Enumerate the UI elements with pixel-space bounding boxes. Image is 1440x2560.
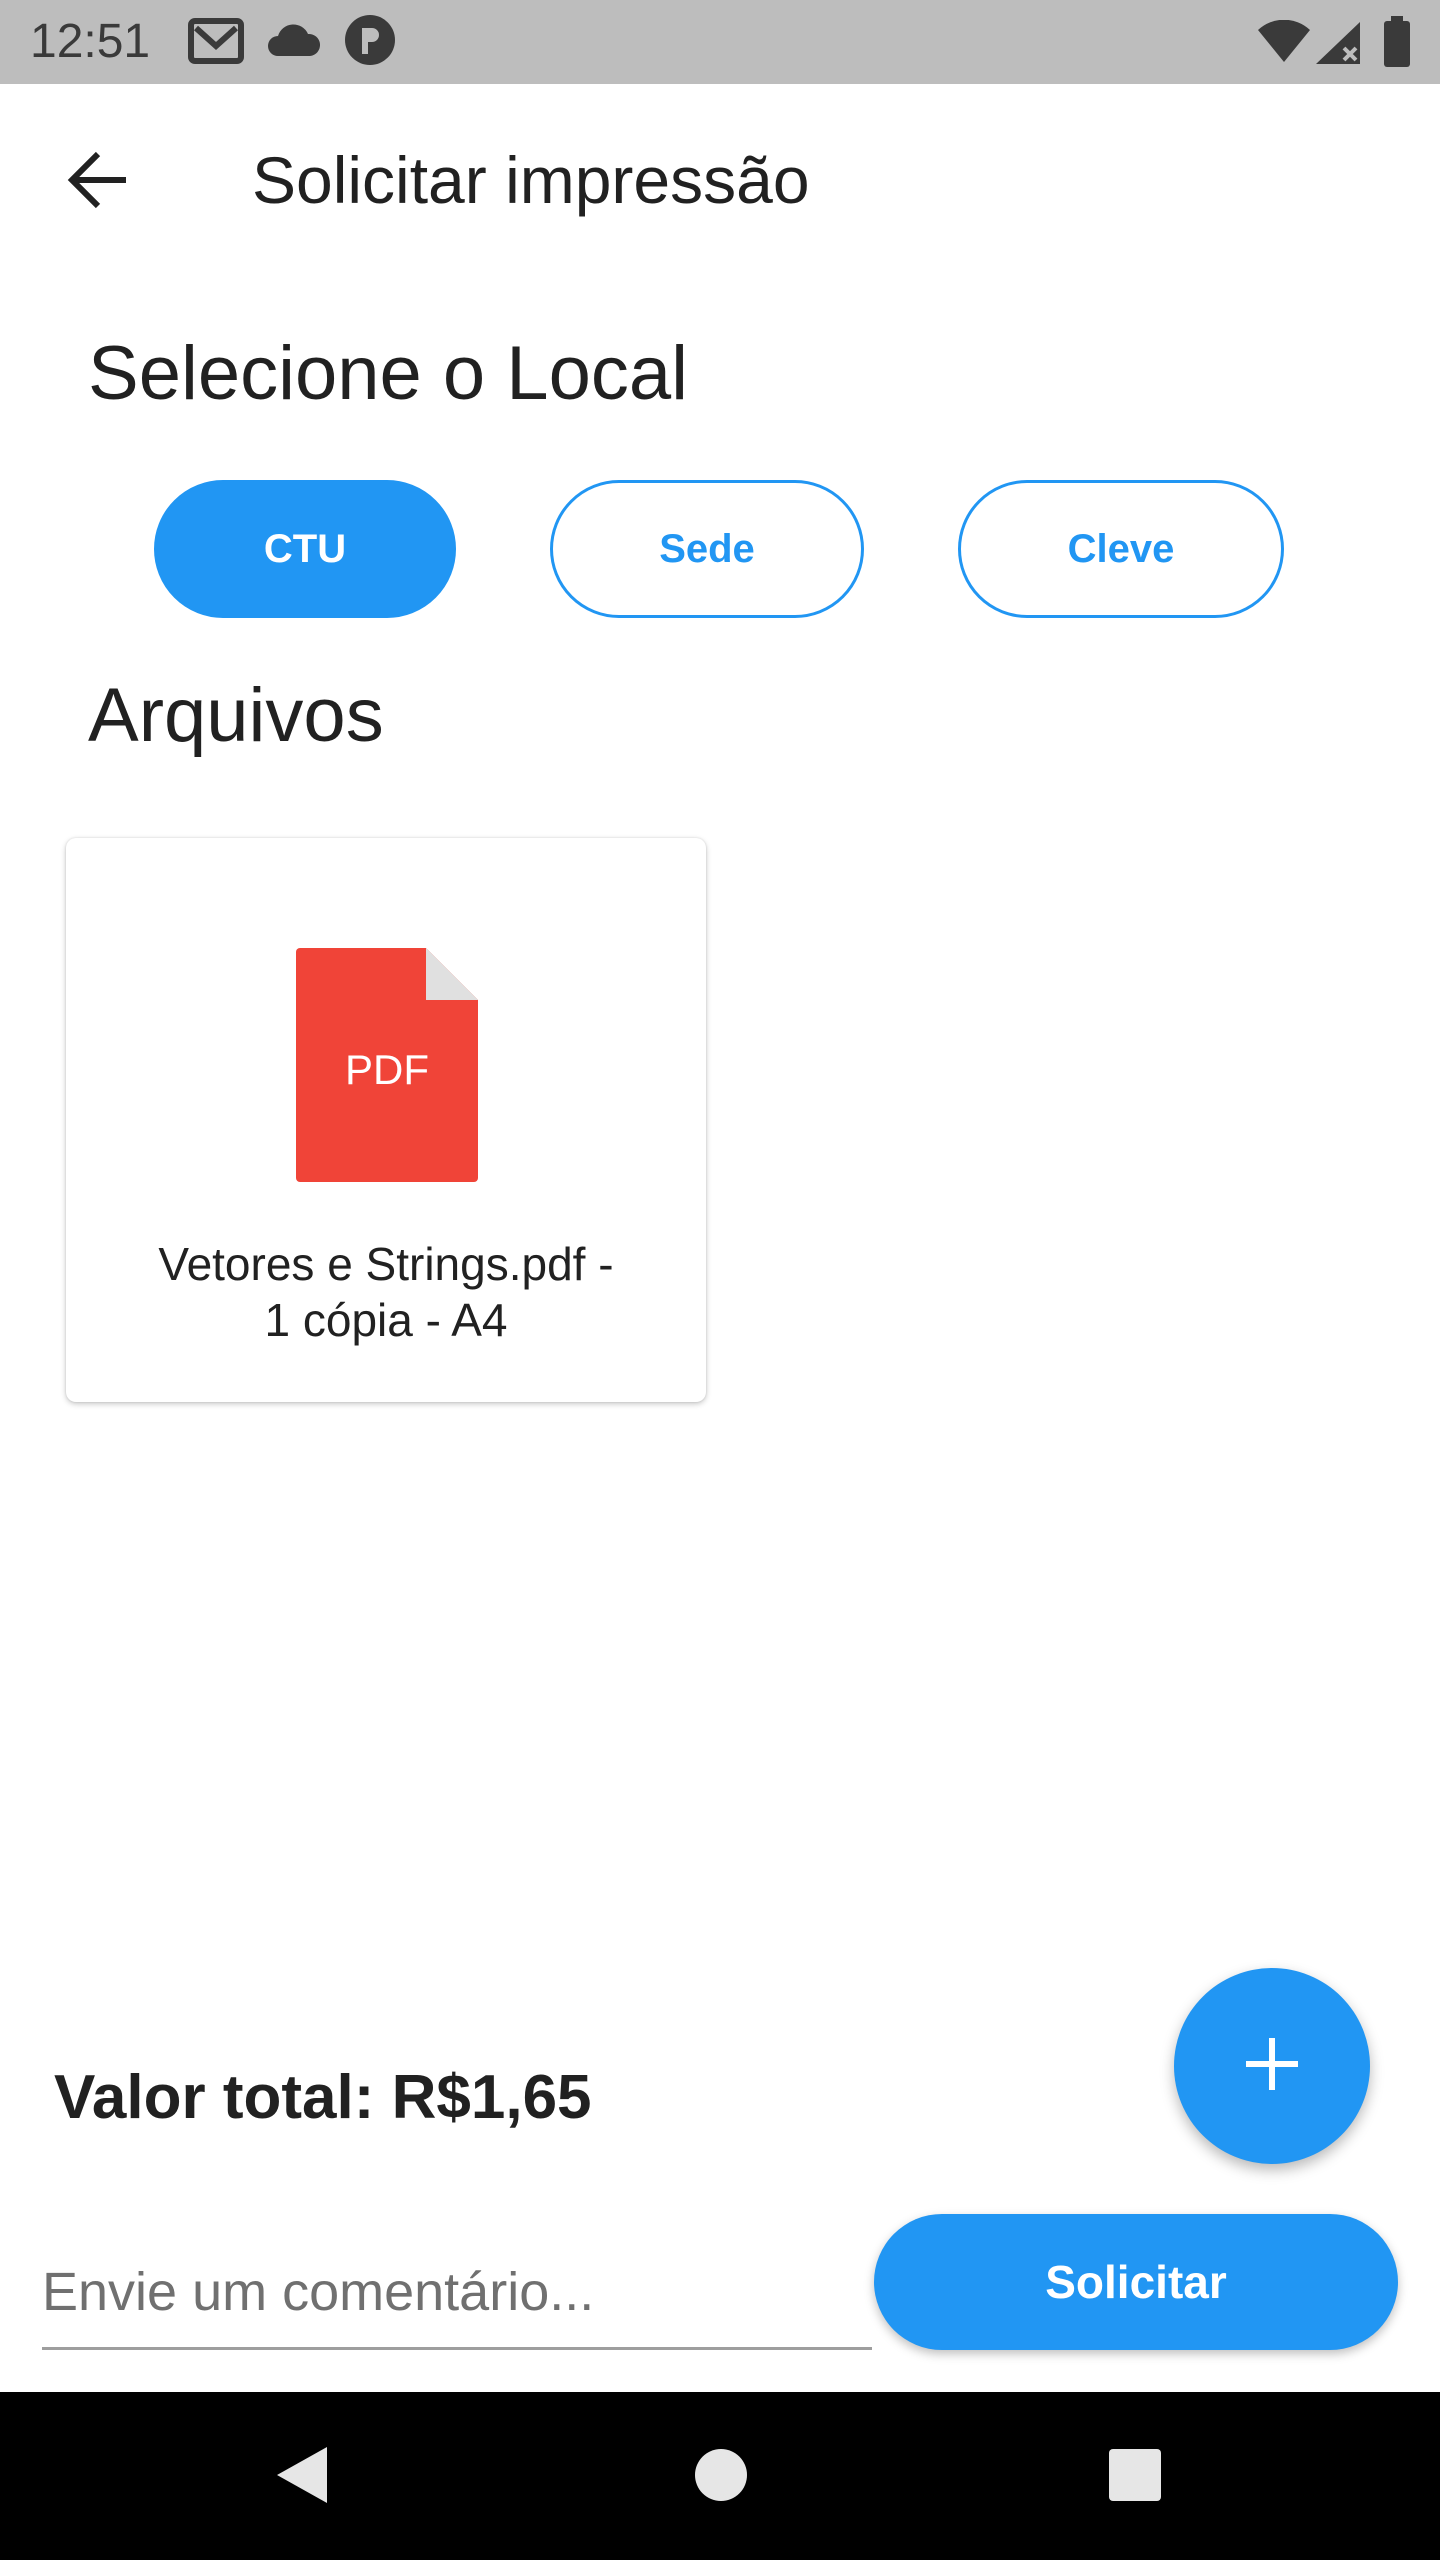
location-heading: Selecione o Local [88, 331, 688, 416]
status-time: 12:51 [30, 15, 151, 68]
file-caption: Vetores e Strings.pdf - 1 cópia - A4 [86, 1236, 686, 1348]
plus-icon [1244, 2036, 1300, 2097]
nav-home-button[interactable] [676, 2432, 766, 2522]
nav-back-button[interactable] [256, 2432, 346, 2522]
back-button[interactable] [50, 140, 146, 224]
gmail-icon [188, 18, 244, 69]
location-chip-sede[interactable]: Sede [550, 480, 864, 618]
screen: 12:51 Solicitar impressão Selecione o Lo… [0, 0, 1440, 2560]
pdf-icon-label: PDF [345, 1046, 429, 1093]
square-recents-icon [1107, 2447, 1163, 2508]
location-chip-ctu[interactable]: CTU [154, 480, 456, 618]
circle-home-icon [693, 2447, 749, 2508]
location-chip-cleve[interactable]: Cleve [958, 480, 1284, 618]
battery-icon [1382, 16, 1412, 73]
cloud-icon [266, 22, 322, 63]
nav-recents-button[interactable] [1090, 2432, 1180, 2522]
files-heading: Arquivos [88, 673, 384, 758]
add-file-button[interactable] [1174, 1968, 1370, 2164]
pdf-file-icon: PDF [296, 948, 478, 1182]
wifi-icon [1256, 19, 1312, 69]
app-notification-icon [344, 14, 396, 71]
submit-button[interactable]: Solicitar [874, 2214, 1398, 2350]
arrow-back-icon [66, 150, 130, 215]
triangle-back-icon [271, 2443, 331, 2512]
file-card[interactable]: PDF Vetores e Strings.pdf - 1 cópia - A4 [66, 838, 706, 1402]
page-title: Solicitar impressão [252, 143, 810, 217]
total-value: Valor total: R$1,65 [54, 2063, 592, 2132]
signal-icon [1314, 20, 1362, 71]
file-name-line: Vetores e Strings.pdf - [158, 1238, 614, 1290]
file-details-line: 1 cópia - A4 [264, 1294, 508, 1346]
navigation-bar [0, 2392, 1440, 2560]
comment-input[interactable] [42, 2236, 872, 2350]
status-bar: 12:51 [0, 0, 1440, 84]
